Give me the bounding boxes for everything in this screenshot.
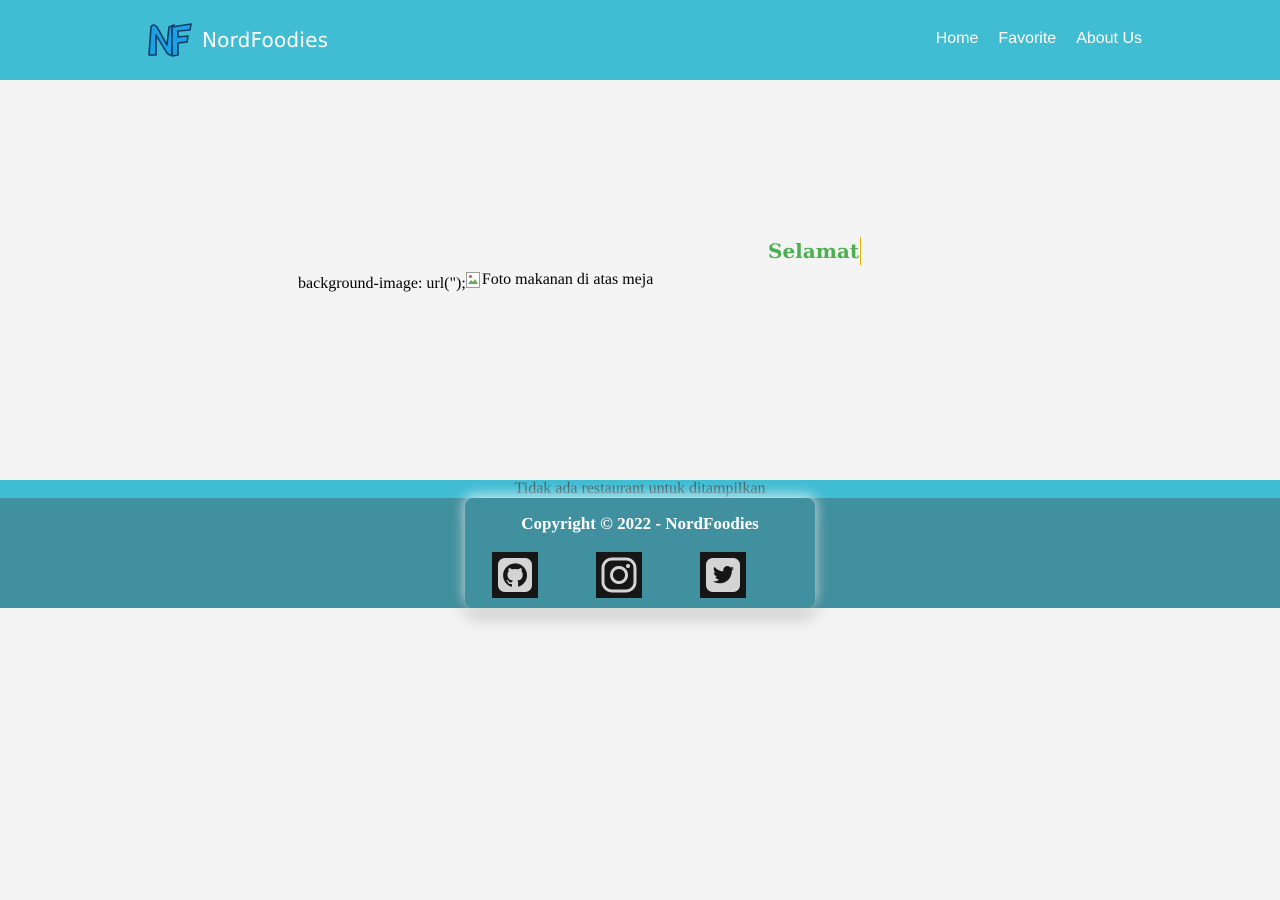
hero-section: Selamat background-image: url("); Foto ma… <box>0 80 1280 480</box>
site-footer: Copyright © 2022 - NordFoodies <box>0 498 1280 608</box>
twitter-link[interactable] <box>700 552 746 598</box>
brand-name: NordFoodies <box>202 28 329 52</box>
nav-home-link[interactable]: Home <box>936 30 979 48</box>
copyright-text: Copyright © 2022 - NordFoodies <box>521 514 759 533</box>
footer-card: Copyright © 2022 - NordFoodies <box>465 498 815 608</box>
nav-favorite-link[interactable]: Favorite <box>998 30 1056 48</box>
hero-image-alt: Foto makanan di atas meja <box>481 271 654 288</box>
main-nav: Home Favorite About Us <box>936 30 1142 48</box>
nav-about-us-link[interactable]: About Us <box>1076 30 1142 48</box>
github-icon <box>498 558 532 592</box>
instagram-link[interactable] <box>596 552 642 598</box>
site-header: NordFoodies Home Favorite About Us <box>0 0 1280 80</box>
instagram-icon <box>601 557 637 593</box>
hero-image: Foto makanan di atas meja <box>465 270 654 290</box>
hero-heading: Selamat <box>768 237 862 265</box>
twitter-icon <box>706 558 740 592</box>
empty-restaurant-message: Tidak ada restaurant untuk ditampilkan <box>514 480 766 497</box>
github-link[interactable] <box>492 552 538 598</box>
hero-raw-text: background-image: url("); Foto makanan di… <box>298 270 653 294</box>
hero-css-text: background-image: url("); <box>298 275 466 292</box>
nf-logo-icon <box>148 23 192 57</box>
broken-image-icon <box>465 272 480 288</box>
brand-logo-link[interactable]: NordFoodies <box>147 21 328 59</box>
